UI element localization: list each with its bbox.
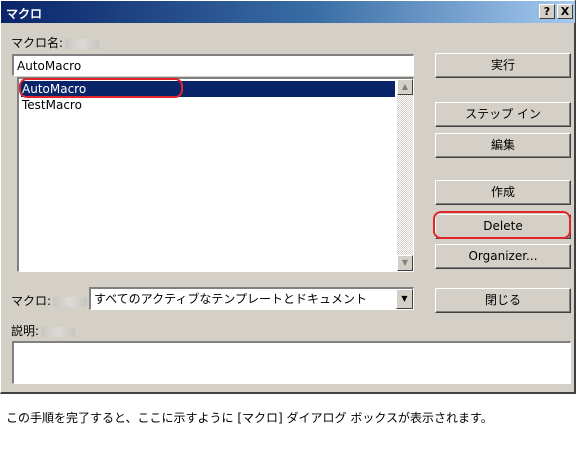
scroll-up-arrow-icon[interactable]: ▲ bbox=[397, 79, 413, 95]
run-button[interactable]: 実行 bbox=[435, 53, 571, 78]
macro-dialog: マクロ ? X マクロ名: AutoMacro AutoMacro TestMa… bbox=[0, 0, 576, 394]
step-in-button[interactable]: ステップ イン bbox=[435, 102, 571, 127]
edit-button[interactable]: 編集 bbox=[435, 133, 571, 158]
description-label: 説明: bbox=[11, 322, 76, 339]
macros-in-select[interactable]: すべてのアクティブなテンプレートとドキュメント ▼ bbox=[89, 287, 414, 310]
macro-name-label: マクロ名: bbox=[11, 34, 100, 51]
window-title: マクロ bbox=[6, 7, 43, 21]
macros-in-label: マクロ: bbox=[11, 292, 88, 309]
title-bar[interactable]: マクロ ? X bbox=[1, 1, 575, 23]
list-scrollbar[interactable]: ▲ ▼ bbox=[397, 79, 413, 271]
help-button[interactable]: ? bbox=[539, 4, 555, 19]
macro-name-input[interactable]: AutoMacro bbox=[12, 54, 414, 76]
list-item-testmacro[interactable]: TestMacro bbox=[21, 97, 395, 113]
organizer-button[interactable]: Organizer... bbox=[435, 244, 571, 269]
close-window-button[interactable]: X bbox=[557, 4, 573, 19]
description-box bbox=[12, 341, 571, 384]
caption-text: この手順を完了すると、ここに示すように [マクロ] ダイアログ ボックスが表示さ… bbox=[6, 411, 493, 425]
chevron-down-icon[interactable]: ▼ bbox=[396, 289, 413, 309]
highlight-automacro bbox=[19, 78, 183, 98]
highlight-delete bbox=[433, 211, 571, 239]
close-button[interactable]: 閉じる bbox=[435, 288, 571, 313]
scroll-down-arrow-icon[interactable]: ▼ bbox=[397, 255, 413, 271]
macro-list[interactable]: AutoMacro TestMacro ▲ ▼ bbox=[17, 77, 414, 272]
macros-in-value: すべてのアクティブなテンプレートとドキュメント bbox=[94, 292, 368, 306]
create-button[interactable]: 作成 bbox=[435, 180, 571, 205]
